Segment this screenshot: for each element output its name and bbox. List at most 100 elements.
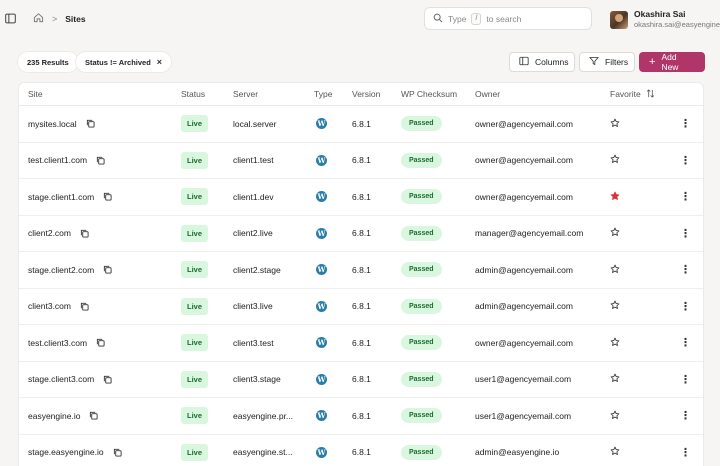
avatar[interactable] (610, 10, 628, 29)
columns-button[interactable]: Columns (509, 52, 575, 72)
table-row[interactable]: client3.com Live client3.live W 6.8.1 Passed a… (19, 289, 703, 325)
table-row[interactable]: client2.com Live client2.live W 6.8.1 Passed m… (19, 216, 703, 252)
checksum-badge: Passed (401, 444, 442, 460)
row-menu-cell: ⋮ (680, 252, 691, 288)
add-new-button-label: Add New (661, 52, 679, 72)
site-name[interactable]: client3.com (28, 301, 71, 311)
row-menu-cell: ⋮ (680, 106, 691, 142)
star-icon[interactable] (610, 446, 620, 458)
copy-icon[interactable] (96, 338, 105, 347)
more-options-icon[interactable]: ⋮ (680, 117, 691, 130)
star-icon[interactable] (610, 227, 620, 239)
table-row[interactable]: test.client1.com Live client1.test W 6.8.1 Pa… (19, 143, 703, 179)
star-filled-icon[interactable] (610, 191, 620, 203)
site-name[interactable]: test.client3.com (28, 338, 87, 348)
table-row[interactable]: easyengine.io Live easyengine.pr... W 6.8.1 P… (19, 398, 703, 435)
checksum-cell: Passed (401, 289, 442, 325)
checksum-cell: Passed (401, 143, 442, 179)
copy-icon[interactable] (103, 192, 112, 201)
star-icon[interactable] (610, 118, 620, 130)
filters-button[interactable]: Filters (579, 52, 635, 72)
column-header-owner[interactable]: Owner (475, 83, 500, 105)
breadcrumb-separator: > (52, 13, 58, 24)
close-icon[interactable]: × (157, 57, 162, 67)
copy-icon[interactable] (86, 119, 95, 128)
more-options-icon[interactable]: ⋮ (680, 190, 691, 203)
table-row[interactable]: stage.client1.com Live client1.dev W 6.8.1 Pa… (19, 179, 703, 216)
more-options-icon[interactable]: ⋮ (680, 227, 691, 240)
copy-icon[interactable] (89, 411, 99, 420)
table-row[interactable]: stage.easyengine.io Live easyengine.st... W… (19, 435, 703, 466)
breadcrumb-current: Sites (65, 13, 86, 24)
site-name[interactable]: stage.easyengine.io (28, 447, 104, 457)
type-cell: W (316, 179, 327, 215)
top-bar: > Sites Type / to search Okashira Sai ok… (0, 0, 720, 38)
table-row[interactable]: stage.client2.com Live client2.stage W 6.8.1… (19, 252, 703, 289)
site-name[interactable]: stage.client3.com (28, 374, 94, 384)
star-icon[interactable] (610, 337, 620, 349)
site-cell: stage.client1.com (28, 179, 112, 215)
star-icon[interactable] (610, 154, 620, 166)
column-header-status[interactable]: Status (181, 83, 205, 105)
row-menu-cell: ⋮ (680, 216, 691, 252)
more-options-icon[interactable]: ⋮ (680, 300, 691, 313)
version-cell: 6.8.1 (352, 337, 371, 348)
status-cell: Live (181, 289, 209, 325)
star-icon[interactable] (610, 373, 620, 385)
more-options-icon[interactable]: ⋮ (680, 373, 691, 386)
more-options-icon[interactable]: ⋮ (680, 336, 691, 349)
status-filter-chip[interactable]: Status != Archived × (76, 52, 172, 72)
row-menu-cell: ⋮ (680, 289, 691, 325)
add-new-button[interactable]: + Add New (639, 52, 705, 72)
status-badge: Live (181, 188, 209, 206)
site-name[interactable]: stage.client2.com (28, 265, 94, 275)
table-row[interactable]: stage.client3.com Live client3.stage W 6.8.1… (19, 362, 703, 398)
site-cell: mysites.local (28, 106, 95, 142)
copy-icon[interactable] (80, 302, 89, 311)
search-input[interactable]: Type / to search (424, 7, 592, 30)
wordpress-icon: W (316, 264, 327, 276)
copy-icon[interactable] (80, 229, 89, 238)
checksum-cell: Passed (401, 179, 442, 215)
site-name[interactable]: test.client1.com (28, 155, 87, 165)
more-options-icon[interactable]: ⋮ (680, 409, 691, 422)
more-options-icon[interactable]: ⋮ (680, 263, 691, 276)
star-icon[interactable] (610, 410, 620, 422)
type-cell: W (316, 216, 327, 252)
column-header-version[interactable]: Version (352, 83, 380, 105)
sidebar-toggle-icon[interactable] (4, 12, 16, 24)
column-header-type[interactable]: Type (314, 83, 332, 105)
favorite-cell (610, 435, 620, 466)
home-icon[interactable] (33, 12, 44, 25)
star-icon[interactable] (610, 264, 620, 276)
server-cell: client3.live (233, 301, 273, 312)
status-cell: Live (181, 216, 209, 252)
column-header-site[interactable]: Site (28, 83, 43, 105)
more-options-icon[interactable]: ⋮ (680, 446, 691, 459)
more-options-icon[interactable]: ⋮ (680, 154, 691, 167)
copy-icon[interactable] (96, 156, 105, 165)
copy-icon[interactable] (103, 375, 112, 384)
server-cell: client2.live (233, 228, 273, 239)
copy-icon[interactable] (113, 448, 122, 457)
results-count-label: 235 Results (27, 57, 69, 67)
site-name[interactable]: mysites.local (28, 119, 77, 129)
star-icon[interactable] (610, 300, 620, 312)
column-header-server[interactable]: Server (233, 83, 258, 105)
column-header-favorite[interactable]: Favorite (610, 83, 655, 105)
site-name[interactable]: client2.com (28, 228, 71, 238)
table-row[interactable]: test.client3.com Live client3.test W 6.8.1 Pa… (19, 325, 703, 362)
site-name[interactable]: easyengine.io (28, 411, 80, 421)
table-header: Site Status Server Type Version WP Check… (19, 83, 703, 106)
copy-icon[interactable] (103, 265, 112, 274)
favorite-cell (610, 216, 620, 252)
server-cell: client1.dev (233, 191, 274, 202)
sort-icon[interactable] (646, 88, 655, 100)
site-name[interactable]: stage.client1.com (28, 192, 94, 202)
status-badge: Live (181, 443, 209, 461)
table-row[interactable]: mysites.local Live local.server W 6.8.1 Passe… (19, 106, 703, 143)
user-menu[interactable]: Okashira Sai okashira.sai@easyengine.io (610, 9, 720, 30)
column-header-checksum[interactable]: WP Checksum (401, 83, 457, 105)
version-cell: 6.8.1 (352, 410, 371, 421)
checksum-badge: Passed (401, 335, 442, 351)
